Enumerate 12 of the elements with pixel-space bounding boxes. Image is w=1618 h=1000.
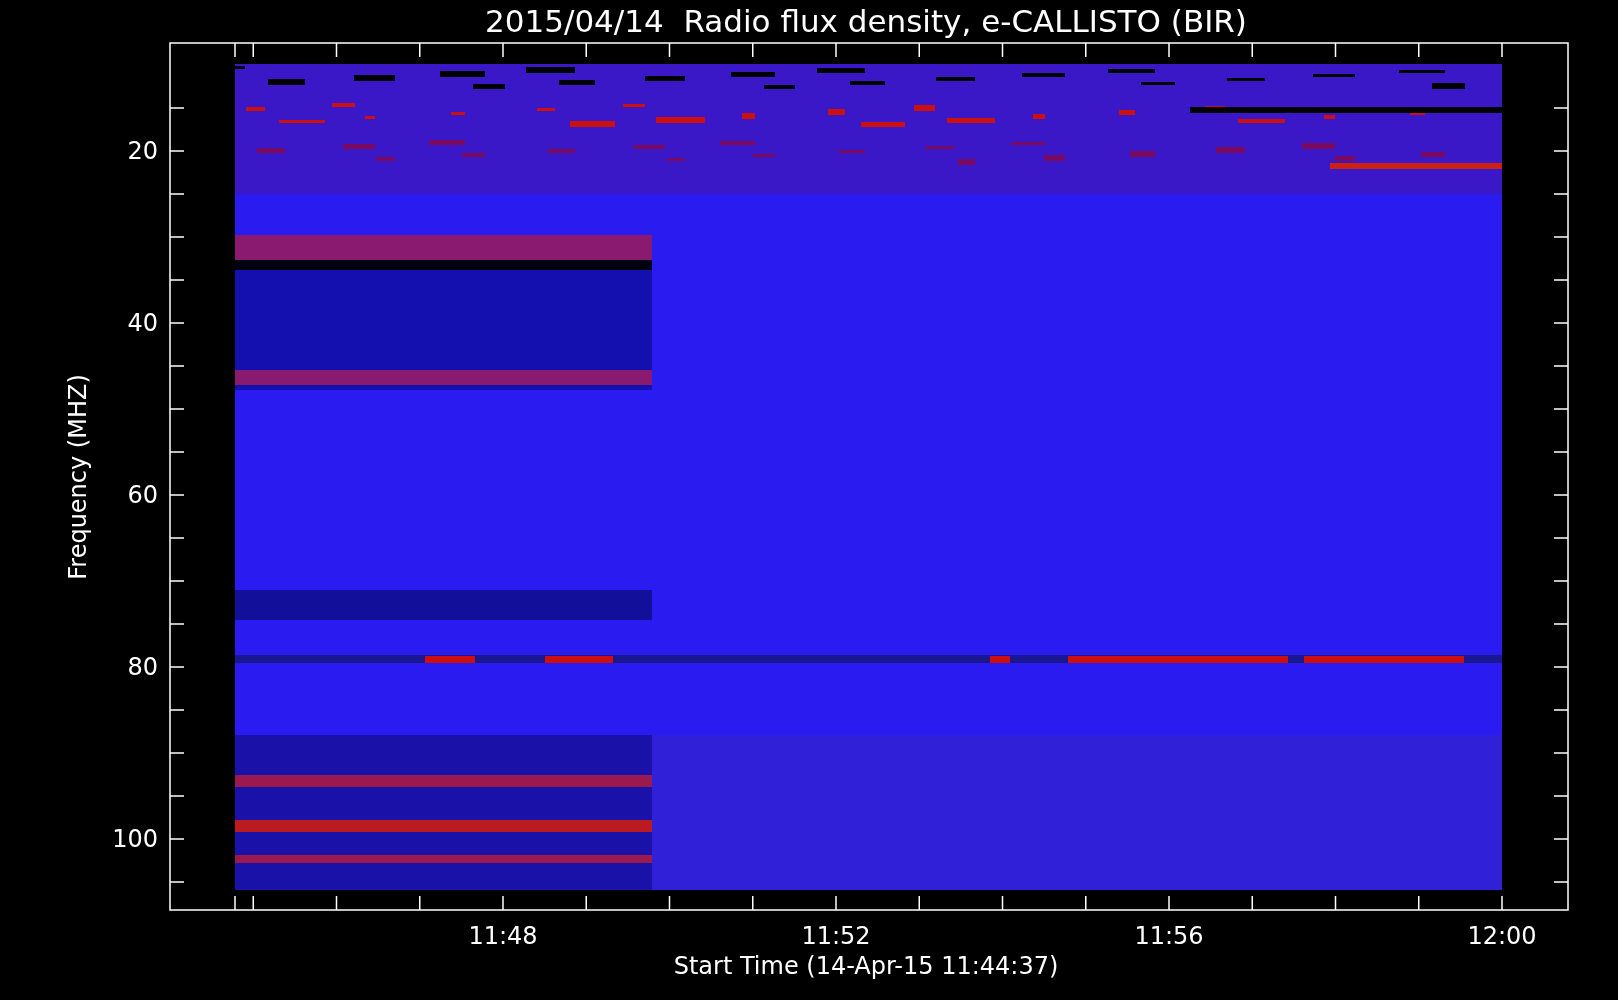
y-axis-label: Frequency (MHZ) [64,374,92,580]
y-tick-label: 20 [127,137,158,165]
y-tick-label: 100 [112,825,158,853]
x-tick-label: 11:48 [468,922,538,950]
y-tick-label: 80 [127,653,158,681]
y-tick-label: 60 [127,481,158,509]
x-tick-label: 12:00 [1467,922,1537,950]
x-tick-label: 11:52 [801,922,871,950]
x-axis-label: Start Time (14-Apr-15 11:44:37) [673,952,1059,980]
x-tick-label: 11:56 [1134,922,1204,950]
chart-title: 2015/04/14 Radio flux density, e-CALLISTO (BIR) [485,3,1247,39]
y-tick-label: 40 [127,309,158,337]
